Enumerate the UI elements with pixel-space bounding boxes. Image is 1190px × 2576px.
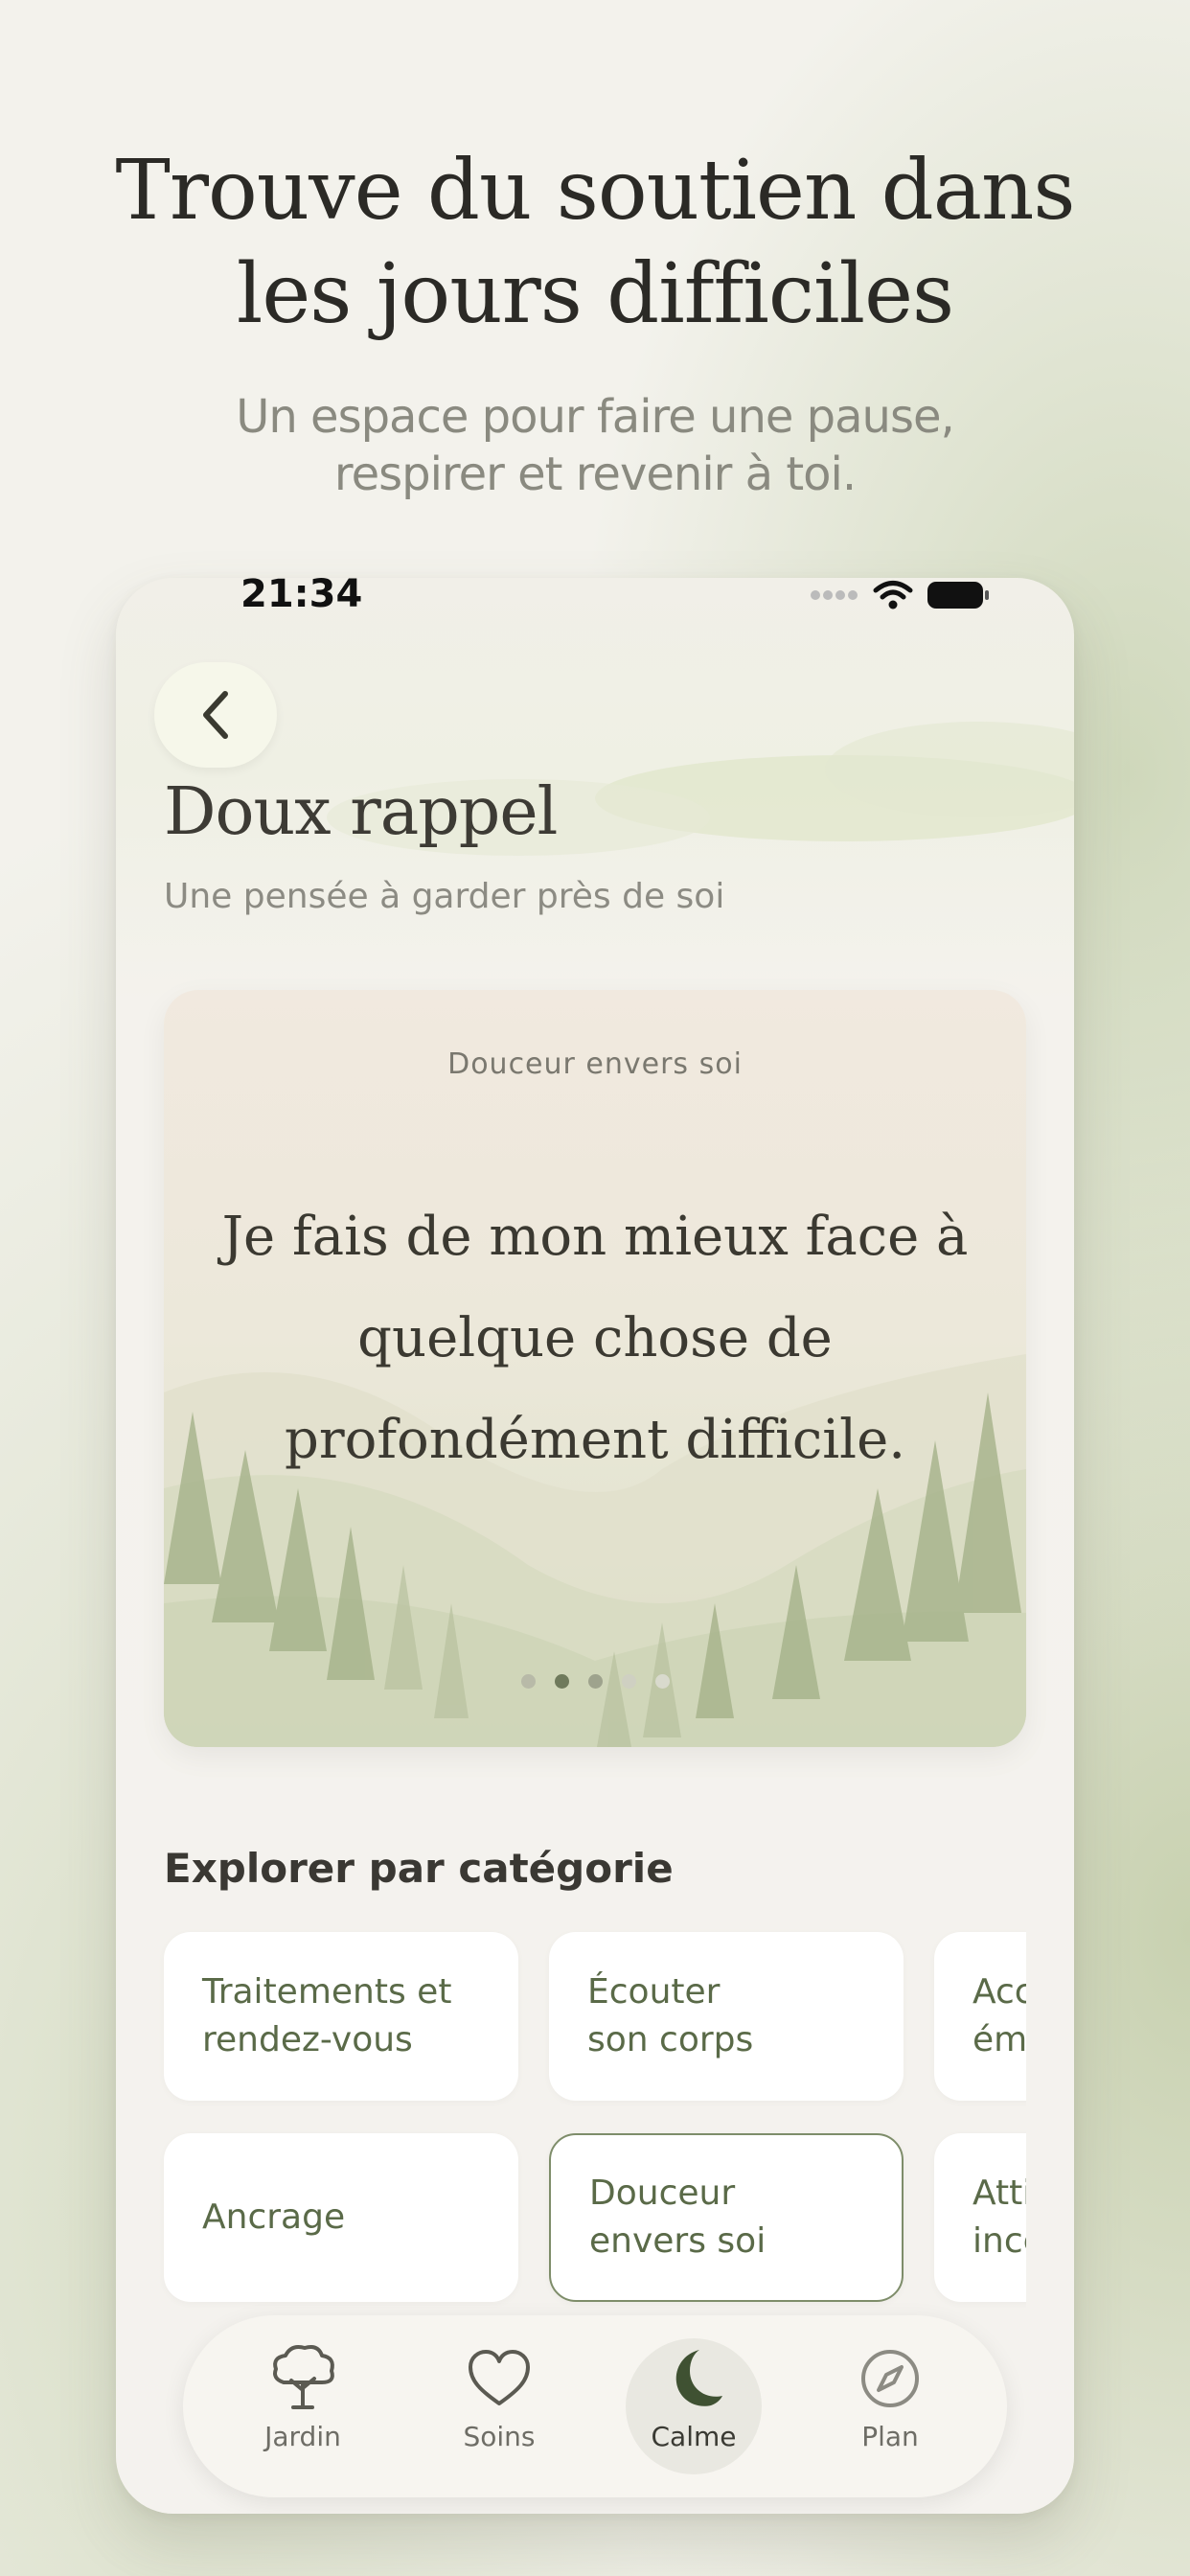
hero-title-line2: les jours difficiles xyxy=(236,246,954,342)
tab-soins[interactable]: Soins xyxy=(432,2315,566,2497)
tab-bar: Jardin Soins Calme Plan xyxy=(183,2315,1007,2497)
category-chip-attitude[interactable]: Attitude incertitude xyxy=(934,2133,1026,2302)
hero-subtitle-line2: respirer et revenir à toi. xyxy=(333,448,857,501)
tab-label: Jardin xyxy=(264,2421,341,2452)
category-chip-accueillir[interactable]: Accueillir émotions xyxy=(934,1932,1026,2101)
hero-subtitle: Un espace pour faire une pause, respirer… xyxy=(0,388,1190,503)
category-grid: Traitements et rendez-vous Écouter son c… xyxy=(116,578,1026,2514)
tab-label: Plan xyxy=(861,2421,919,2452)
tab-label: Soins xyxy=(463,2421,536,2452)
category-chip-ecouter[interactable]: Écouter son corps xyxy=(549,1932,904,2101)
hero-title: Trouve du soutien dans les jours diffici… xyxy=(0,139,1190,346)
hero-subtitle-line1: Un espace pour faire une pause, xyxy=(236,390,955,444)
phone-screen: 21:34 Doux rappel Une pensée à garder pr… xyxy=(116,578,1074,2514)
moon-icon xyxy=(675,2350,722,2406)
tab-label: Calme xyxy=(651,2421,737,2452)
tab-jardin[interactable]: Jardin xyxy=(236,2315,370,2497)
category-chip-douceur[interactable]: Douceur envers soi xyxy=(549,2133,904,2302)
category-chip-ancrage[interactable]: Ancrage xyxy=(164,2133,518,2302)
heart-icon xyxy=(469,2350,530,2405)
tree-icon xyxy=(273,2345,334,2409)
hero-title-line1: Trouve du soutien dans xyxy=(115,143,1075,239)
compass-icon xyxy=(861,2350,919,2407)
tab-calme[interactable]: Calme xyxy=(627,2315,761,2497)
category-chip-traitements[interactable]: Traitements et rendez-vous xyxy=(164,1932,518,2101)
tab-plan[interactable]: Plan xyxy=(823,2315,957,2497)
